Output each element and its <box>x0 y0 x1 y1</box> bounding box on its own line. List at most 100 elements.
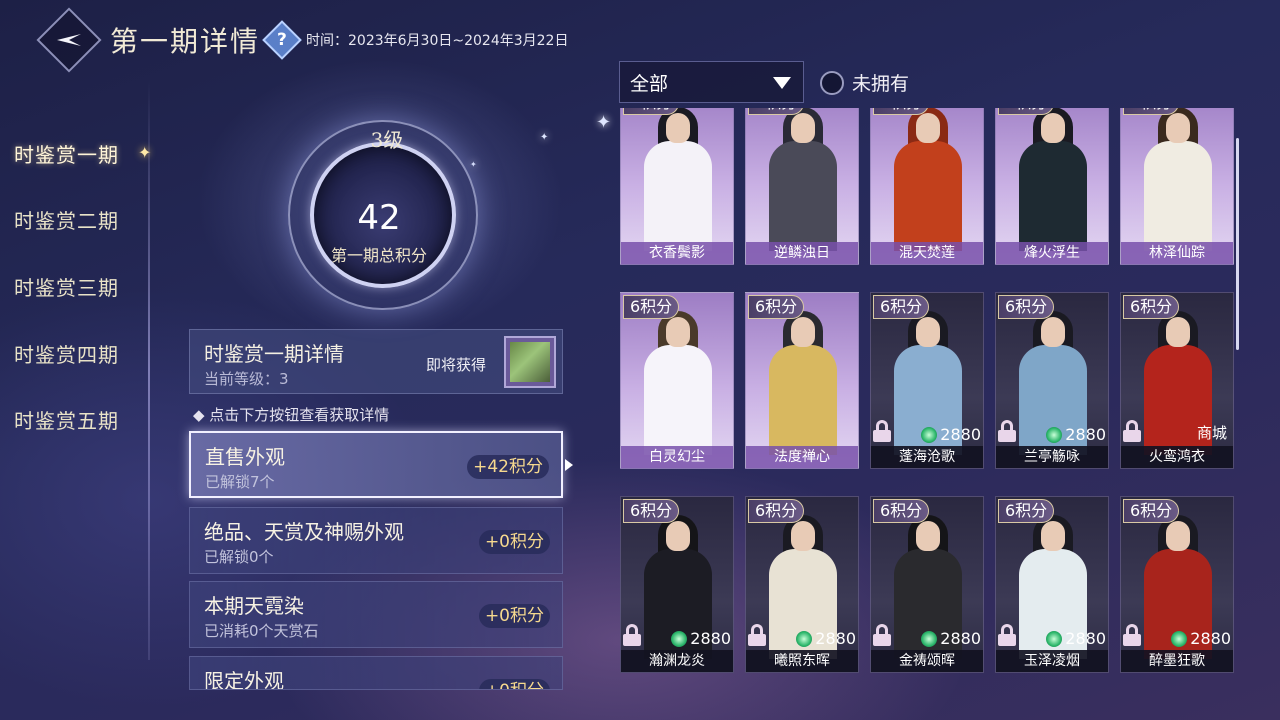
category-points: +42积分 <box>467 455 549 479</box>
lock-icon <box>623 624 641 646</box>
portrait-face <box>791 521 815 551</box>
outfit-card[interactable]: 6积分 2880 玉泽凌烟 <box>995 496 1109 673</box>
filter-dropdown[interactable]: 全部 <box>619 61 804 103</box>
character-portrait <box>763 108 843 251</box>
category-dye[interactable]: 本期天霓染 已消耗0个天赏石 +0积分 <box>189 581 563 648</box>
portrait-outfit <box>644 141 712 251</box>
category-name: 绝品、天赏及神赐外观 <box>204 520 404 544</box>
category-name: 本期天霓染 <box>204 594 304 618</box>
coming-soon-label: 即将获得 <box>426 356 487 374</box>
portrait-face <box>1166 521 1190 551</box>
portrait-face <box>1041 317 1065 347</box>
outfit-name: 蓬海沧歌 <box>871 446 983 468</box>
price-value: 2880 <box>815 629 856 648</box>
jade-currency-icon <box>921 630 938 647</box>
points-badge: 6积分 <box>1123 499 1180 523</box>
portrait-face <box>916 317 940 347</box>
outfit-card[interactable]: 6积分林泽仙踪 <box>1120 108 1234 265</box>
outfit-grid: 6积分衣香鬓影6积分逆鳞浊日6积分混天焚莲6积分烽火浮生6积分林泽仙踪6积分白灵… <box>620 108 1236 690</box>
outfit-name: 兰亭觞咏 <box>996 446 1108 468</box>
nav-item-label: 时鉴赏四期 <box>14 342 119 367</box>
price-tag: 2880 <box>1171 629 1231 648</box>
portrait-outfit <box>1019 141 1087 251</box>
jade-currency-icon <box>796 630 813 647</box>
category-sub: 已解锁7个 <box>205 473 275 491</box>
jade-currency-icon <box>671 630 688 647</box>
outfit-card[interactable]: 6积分 2880 兰亭觞咏 <box>995 292 1109 469</box>
category-sub: 已消耗0个天赏石 <box>204 622 319 640</box>
outfit-card[interactable]: 6积分 法度禅心 <box>745 292 859 469</box>
portrait-face <box>666 521 690 551</box>
portrait-face <box>1041 521 1065 551</box>
outfit-card[interactable]: 6积分 商城 火鸾鸿衣 <box>1120 292 1234 469</box>
points-badge: 6积分 <box>748 499 805 523</box>
score-label: 第一期总积分 <box>330 246 427 265</box>
nav-item-period-5[interactable]: 时鉴赏五期 <box>0 386 150 453</box>
sparkle-icon: ✦ <box>596 112 612 133</box>
price-value: 2880 <box>1065 629 1106 648</box>
portrait-outfit <box>769 141 837 251</box>
outfit-card[interactable]: 6积分 2880 醉墨狂歌 <box>1120 496 1234 673</box>
nav-item-period-4[interactable]: 时鉴赏四期 <box>0 320 150 387</box>
unowned-toggle[interactable]: 未拥有 <box>820 69 909 96</box>
total-score: 42 <box>357 198 401 238</box>
character-portrait <box>1138 108 1218 251</box>
portrait-outfit <box>894 141 962 251</box>
period-detail-panel[interactable]: 时鉴赏一期详情 当前等级：3 即将获得 <box>189 329 563 394</box>
back-arrow-icon <box>57 34 81 46</box>
portrait-face <box>1166 317 1190 347</box>
outfit-card[interactable]: 6积分 白灵幻尘 <box>620 292 734 469</box>
jade-currency-icon <box>1171 630 1188 647</box>
back-button[interactable] <box>36 7 102 73</box>
category-points: +0积分 <box>478 679 550 689</box>
lock-icon <box>998 624 1016 646</box>
portrait-face <box>666 317 690 347</box>
price-tag: 2880 <box>921 629 981 648</box>
outfit-name: 瀚渊龙炎 <box>621 650 733 672</box>
portrait-face <box>791 317 815 347</box>
points-badge: 6积分 <box>748 108 805 115</box>
category-direct-sale[interactable]: 直售外观 已解锁7个 +42积分 <box>189 431 573 498</box>
outfit-card[interactable]: 6积分混天焚莲 <box>870 108 984 265</box>
nav-item-period-3[interactable]: 时鉴赏三期 <box>0 253 150 320</box>
points-badge: 6积分 <box>623 499 680 523</box>
category-name: 限定外观 <box>204 669 284 690</box>
outfit-card[interactable]: 6积分 2880 曦照东晖 <box>745 496 859 673</box>
outfit-name: 逆鳞浊日 <box>746 242 858 264</box>
outfit-card[interactable]: 6积分烽火浮生 <box>995 108 1109 265</box>
lock-icon <box>1123 420 1141 442</box>
nav-item-label: 时鉴赏二期 <box>14 209 119 234</box>
outfit-name: 林泽仙踪 <box>1121 242 1233 264</box>
nav-item-period-1[interactable]: 时鉴赏一期 ✦ <box>0 120 151 187</box>
points-badge: 6积分 <box>873 295 930 319</box>
outfit-name: 火鸾鸿衣 <box>1121 446 1233 468</box>
nav-item-period-2[interactable]: 时鉴赏二期 <box>0 187 150 254</box>
price-tag: 2880 <box>921 425 981 444</box>
category-name: 直售外观 <box>205 445 285 469</box>
nav-item-label: 时鉴赏一期 <box>14 142 119 167</box>
outfit-card[interactable]: 6积分 2880 蓬海沧歌 <box>870 292 984 469</box>
portrait-face <box>1166 113 1190 143</box>
outfit-name: 混天焚莲 <box>871 242 983 264</box>
category-limited[interactable]: 限定外观 +0积分 <box>189 656 563 690</box>
lock-icon <box>873 624 891 646</box>
radio-icon[interactable] <box>820 70 844 95</box>
outfit-name: 法度禅心 <box>746 446 858 468</box>
outfit-name: 白灵幻尘 <box>621 446 733 468</box>
outfit-card[interactable]: 6积分 2880 金祷颂晖 <box>870 496 984 673</box>
help-button[interactable]: ? <box>262 20 302 60</box>
points-badge: 6积分 <box>998 295 1055 319</box>
level-text: 3级 <box>370 128 404 152</box>
question-icon: ? <box>277 30 287 50</box>
scrollbar[interactable] <box>1236 138 1239 350</box>
lock-icon <box>873 420 891 442</box>
outfit-card[interactable]: 6积分逆鳞浊日 <box>745 108 859 265</box>
outfit-card[interactable]: 6积分 2880 瀚渊龙炎 <box>620 496 734 673</box>
category-premium[interactable]: 绝品、天赏及神赐外观 已解锁0个 +0积分 <box>189 507 563 574</box>
portrait-face <box>1041 113 1065 143</box>
jade-currency-icon <box>921 426 938 443</box>
price-tag: 2880 <box>671 629 731 648</box>
reward-thumbnail[interactable] <box>504 336 556 388</box>
outfit-card[interactable]: 6积分衣香鬓影 <box>620 108 734 265</box>
date-range: 时间：2023年6月30日~2024年3月22日 <box>306 33 569 49</box>
